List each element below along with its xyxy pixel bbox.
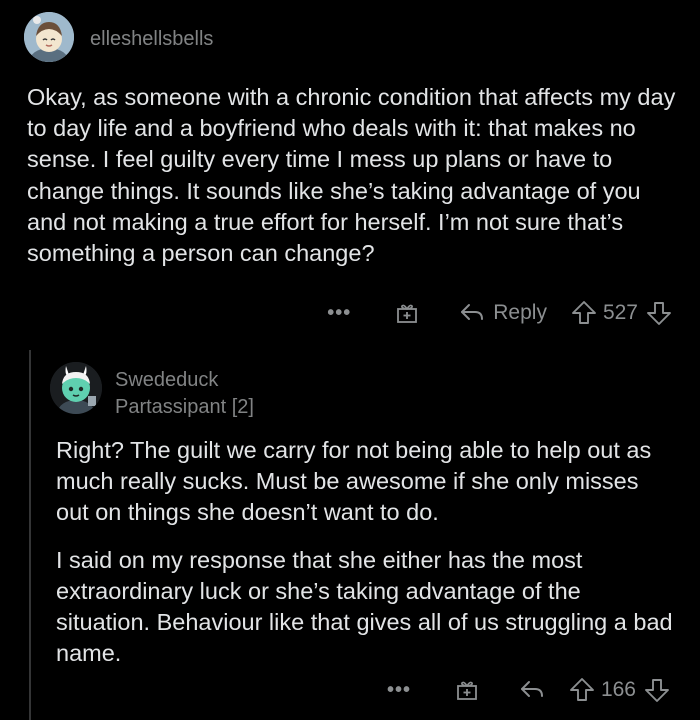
snoo-avatar-icon <box>50 362 102 414</box>
more-options-button[interactable]: ••• <box>327 303 351 323</box>
more-options-button[interactable]: ••• <box>387 680 411 700</box>
reply-arrow-icon <box>520 681 543 697</box>
upvote-button[interactable] <box>569 677 595 703</box>
reply-paragraph: Right? The guilt we carry for not being … <box>56 437 652 526</box>
reply-body: Right? The guilt we carry for not being … <box>56 435 676 685</box>
comment-action-bar: ••• Reply 527 <box>327 300 672 326</box>
upvote-arrow-icon <box>572 301 596 324</box>
thread-line[interactable] <box>29 350 31 720</box>
comment-body: Okay, as someone with a chronic conditio… <box>27 84 676 267</box>
reply-action-bar: ••• 166 <box>387 677 670 703</box>
reply-label: Reply <box>493 301 547 324</box>
user-flair: Partassipant [2] <box>115 396 254 418</box>
reply-button[interactable] <box>519 679 545 701</box>
reply-paragraph: I said on my response that she either ha… <box>56 546 673 667</box>
vote-count: 166 <box>600 678 636 701</box>
reply-author[interactable]: Swededuck <box>115 369 218 392</box>
award-button[interactable] <box>395 301 419 325</box>
reply-button[interactable]: Reply <box>459 301 547 325</box>
upvote-arrow-icon <box>570 678 594 701</box>
upvote-button[interactable] <box>571 300 597 326</box>
reply-arrow-icon <box>461 304 484 320</box>
vote-count: 527 <box>602 301 638 324</box>
downvote-button[interactable] <box>644 677 670 703</box>
gift-icon <box>457 681 477 700</box>
downvote-arrow-icon <box>645 679 669 702</box>
user-avatar[interactable] <box>24 12 74 62</box>
reply-user-avatar[interactable] <box>50 362 102 414</box>
award-button[interactable] <box>455 678 479 702</box>
gift-icon <box>397 304 418 323</box>
snoo-avatar-icon <box>24 12 74 62</box>
comment-author[interactable]: elleshellsbells <box>90 28 213 51</box>
downvote-arrow-icon <box>647 302 671 325</box>
downvote-button[interactable] <box>646 300 672 326</box>
